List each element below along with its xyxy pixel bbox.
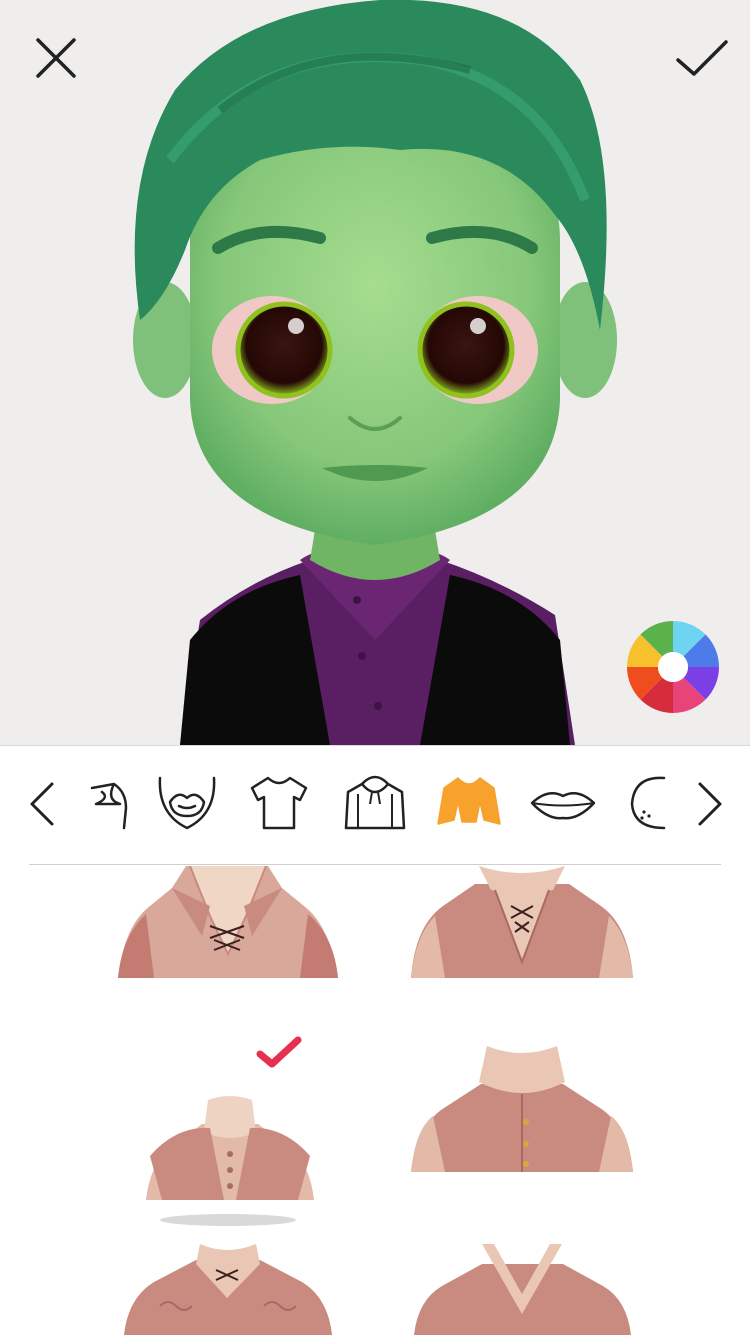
outfit-item-high-collar-jerkin[interactable] — [405, 1046, 640, 1176]
tab-outerwear[interactable] — [434, 770, 504, 836]
tab-lips[interactable] — [528, 770, 598, 836]
beard-icon — [158, 776, 216, 830]
tab-sideburns[interactable] — [76, 770, 146, 836]
chevron-left-icon — [30, 782, 54, 826]
high-collar-jerkin-image — [411, 1046, 633, 1172]
tab-tshirt[interactable] — [244, 770, 314, 836]
outfit-item-laced-tunic[interactable] — [405, 866, 640, 981]
sideburn-icon — [90, 782, 128, 830]
lips-icon — [530, 791, 596, 820]
embroidered-vest-image — [124, 1244, 332, 1335]
tab-face[interactable] — [624, 770, 666, 836]
outfit-item-embroidered-vest[interactable] — [120, 1244, 335, 1335]
confirm-button[interactable]: Done — [670, 28, 730, 88]
cape-icon — [437, 777, 501, 825]
tshirt-icon — [250, 776, 308, 830]
color-wheel-icon — [627, 621, 719, 713]
v-neck-robe-image — [414, 1244, 631, 1335]
category-tabbar — [0, 746, 750, 864]
category-tabs — [70, 746, 666, 864]
outfit-grid — [0, 866, 750, 1335]
close-button[interactable]: Close — [26, 28, 86, 88]
outfit-item-lace-collar-vest[interactable] — [110, 866, 345, 981]
face-icon — [630, 776, 666, 830]
selected-checkmark-icon — [256, 1036, 302, 1068]
close-icon — [36, 38, 76, 78]
avatar-preview: Close Done Color — [0, 0, 750, 745]
laced-tunic-image — [411, 866, 633, 978]
checkmark-icon — [676, 40, 728, 76]
color-wheel-center — [658, 652, 688, 682]
scroll-right-button[interactable] — [688, 776, 728, 832]
outfit-item-buttoned-vest[interactable] — [140, 1036, 320, 1231]
tab-hoodie[interactable] — [340, 770, 410, 836]
hoodie-icon — [344, 775, 406, 830]
wardrobe-panel — [0, 745, 750, 1335]
lace-collar-vest-image — [118, 866, 338, 978]
color-picker-button[interactable]: Color — [626, 620, 720, 714]
outfit-item-v-neck-robe[interactable] — [410, 1244, 635, 1335]
scroll-left-button[interactable] — [24, 776, 64, 832]
chevron-right-icon — [698, 782, 722, 826]
tab-beard[interactable] — [152, 770, 222, 836]
tabbar-divider — [29, 864, 721, 865]
